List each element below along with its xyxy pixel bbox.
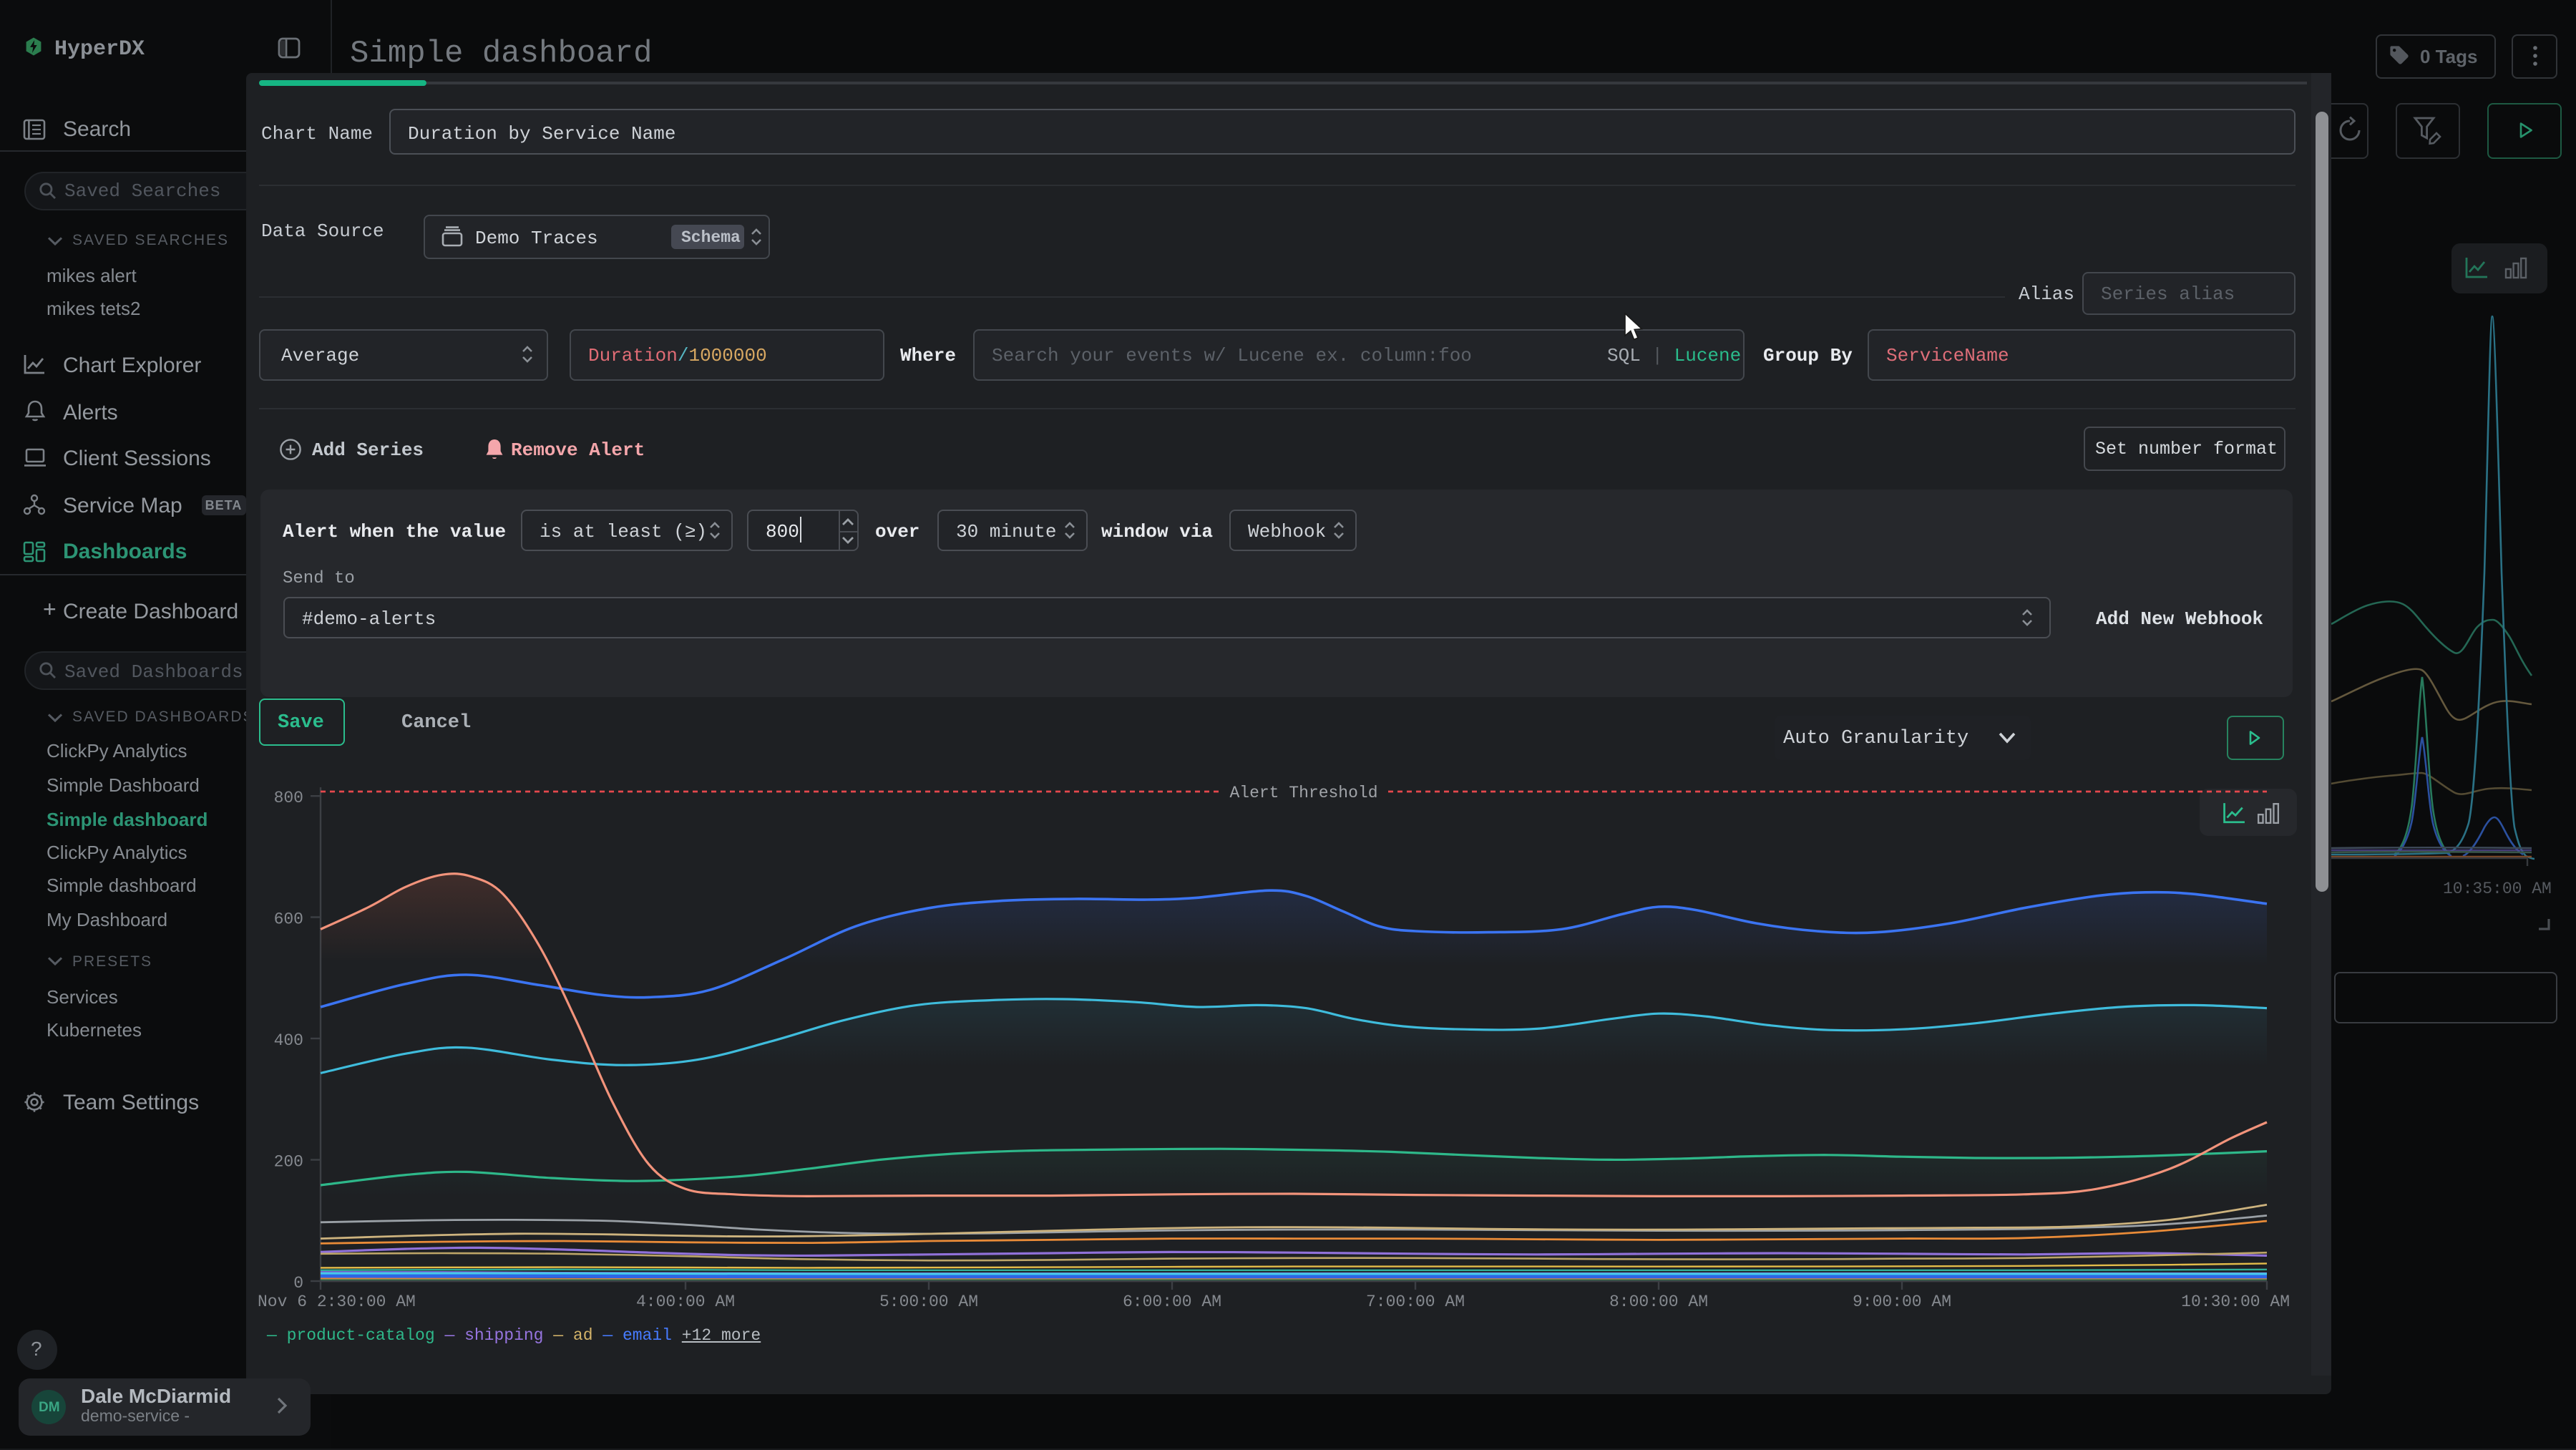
svg-text:Alert Threshold: Alert Threshold — [1229, 784, 1377, 802]
svg-text:6:00:00 AM: 6:00:00 AM — [1123, 1293, 1221, 1311]
svg-text:0: 0 — [293, 1274, 303, 1293]
svg-text:9:00:00 AM: 9:00:00 AM — [1853, 1293, 1951, 1311]
svg-text:400: 400 — [274, 1031, 303, 1050]
svg-text:600: 600 — [274, 910, 303, 929]
svg-text:8:00:00 AM: 8:00:00 AM — [1609, 1293, 1708, 1311]
svg-text:800: 800 — [274, 789, 303, 807]
svg-text:Nov 6 2:30:00 AM: Nov 6 2:30:00 AM — [258, 1293, 416, 1311]
svg-text:200: 200 — [274, 1153, 303, 1172]
svg-text:10:35:00 AM: 10:35:00 AM — [2443, 880, 2552, 898]
svg-text:4:00:00 AM: 4:00:00 AM — [636, 1293, 735, 1311]
svg-text:7:00:00 AM: 7:00:00 AM — [1366, 1293, 1465, 1311]
svg-text:5:00:00 AM: 5:00:00 AM — [879, 1293, 978, 1311]
svg-text:10:30:00 AM: 10:30:00 AM — [2181, 1293, 2290, 1311]
